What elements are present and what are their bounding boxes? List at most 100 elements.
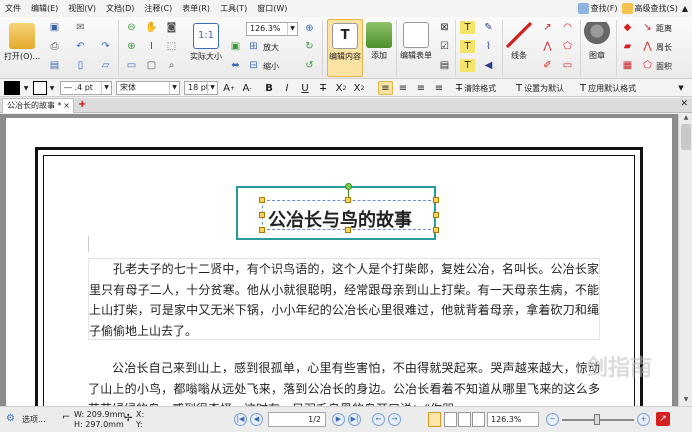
line-button[interactable]: 线条 [506, 22, 532, 61]
single-page-view-button[interactable] [428, 412, 441, 427]
align-left-icon[interactable]: ≡ [378, 81, 393, 95]
new-tab-icon[interactable]: + [78, 99, 86, 110]
attachment-icon[interactable]: ⌇ [481, 40, 496, 53]
pencil-icon[interactable]: ✐ [540, 59, 555, 72]
fit-page-icon[interactable]: ▣ [228, 40, 243, 53]
highlight-pen-icon[interactable]: ✎ [481, 21, 496, 34]
email-icon[interactable]: ✉ [73, 21, 88, 34]
page-number-input[interactable]: 1/2 [268, 412, 326, 427]
menu-file[interactable]: 文件 [0, 0, 26, 17]
forward-view-button[interactable]: → [388, 413, 401, 426]
menu-form[interactable]: 表单(R) [177, 0, 215, 17]
vertical-scrollbar[interactable]: ▲ ▼ [678, 114, 692, 406]
forward-icon[interactable]: ⊕ [124, 40, 139, 53]
new-file-icon[interactable]: ▯ [73, 59, 88, 72]
list-box-icon[interactable]: ▤ [437, 59, 452, 72]
snapshot-icon[interactable]: ◙ [164, 21, 179, 34]
edit-form-button[interactable]: 编辑表单 [400, 22, 432, 61]
scroll-thumb[interactable] [681, 124, 691, 150]
facing-view-button[interactable] [458, 412, 471, 427]
clear-format-button[interactable]: T̶ 清除格式 [456, 81, 520, 95]
resize-handle[interactable] [433, 197, 439, 203]
eraser-icon[interactable]: ◆ [620, 21, 635, 34]
font-name-select[interactable]: 宋体 ▼ [116, 81, 180, 95]
continuous-view-button[interactable] [444, 412, 457, 427]
fit-width-icon[interactable]: ⬌ [228, 59, 243, 72]
menu-document[interactable]: 文档(D) [101, 0, 139, 17]
save-icon[interactable]: ▣ [47, 21, 62, 34]
redo-icon[interactable]: ↷ [98, 40, 113, 53]
gear-icon[interactable]: ⚙ [6, 414, 15, 424]
find-button[interactable]: 查找(F) [577, 3, 618, 14]
back-view-button[interactable]: ← [372, 413, 385, 426]
subscript-icon[interactable]: X2 [352, 81, 366, 95]
arrow-icon[interactable]: ↗ [540, 21, 555, 34]
typewriter-icon[interactable]: T [460, 21, 475, 34]
resize-handle[interactable] [345, 197, 351, 203]
zoom-out-button[interactable]: − [546, 413, 559, 426]
polyline-icon[interactable]: ⋀ [540, 40, 555, 53]
hand-icon[interactable]: ✋ [144, 21, 159, 34]
sound-icon[interactable]: ◀ [481, 59, 496, 72]
advanced-find-button[interactable]: 高级查找(S) [621, 3, 678, 14]
options-label[interactable]: 选项... [22, 415, 46, 424]
font-size-select[interactable]: 18 pt ▼ [184, 81, 218, 95]
fill-color-swatch[interactable] [4, 81, 20, 95]
rectangle-icon[interactable]: ▭ [560, 59, 575, 72]
minus-icon[interactable]: ⊟ [246, 59, 261, 72]
rotation-handle[interactable] [345, 183, 352, 190]
text-field-icon[interactable]: ⊠ [437, 21, 452, 34]
last-page-button[interactable]: ▶| [348, 413, 361, 426]
stamp-button[interactable]: 图章 [584, 22, 610, 61]
plus-icon[interactable]: ⊞ [246, 40, 261, 53]
apply-default-button[interactable]: T 应用默认格式 [580, 81, 666, 95]
superscript-icon[interactable]: X2 [334, 81, 348, 95]
align-right-icon[interactable]: ≡ [414, 81, 428, 95]
line-width-select[interactable]: ― .4 pt ▼ [60, 81, 112, 95]
paragraph-2[interactable]: 公冶长自己来到山上，感到很孤单，心里有些害怕，不由得就哭起来。哭声越来越大，惊动… [88, 358, 600, 406]
resize-handle[interactable] [259, 197, 265, 203]
open-button[interactable]: 打开(O)... [4, 23, 40, 62]
print-icon[interactable]: ⎙ [47, 40, 62, 53]
polygon-icon[interactable]: ⬠ [560, 40, 575, 53]
highlighter-icon[interactable]: ▰ [620, 40, 635, 53]
perimeter-label[interactable]: 周长 [656, 42, 672, 53]
marquee-icon[interactable]: ▢ [144, 59, 159, 72]
chevron-down-icon[interactable]: ▼ [48, 81, 56, 95]
arc-icon[interactable]: ◠ [560, 21, 575, 34]
document-title[interactable]: 公冶长与鸟的故事 [268, 206, 438, 232]
chevron-down-icon[interactable]: ▼ [676, 81, 686, 95]
menu-tools[interactable]: 工具(T) [215, 0, 252, 17]
strikethrough-icon[interactable]: T [316, 81, 330, 95]
scan-icon[interactable]: ▤ [47, 59, 62, 72]
select-text-icon[interactable]: I [144, 40, 159, 53]
italic-icon[interactable]: I [280, 81, 294, 95]
back-icon[interactable]: ⊖ [124, 21, 139, 34]
callout-icon[interactable]: T [460, 59, 475, 72]
close-icon[interactable]: × [63, 99, 70, 112]
page-icon[interactable]: ▭ [124, 59, 139, 72]
select-annotation-icon[interactable]: ⬚ [164, 40, 179, 53]
distance-label[interactable]: 距离 [656, 23, 672, 34]
zoom-in-label[interactable]: 放大 [263, 42, 279, 53]
chevron-down-icon[interactable]: ▼ [22, 81, 30, 95]
menu-edit[interactable]: 编辑(E) [26, 0, 63, 17]
menu-window[interactable]: 窗口(W) [252, 0, 292, 17]
grow-font-icon[interactable]: A + [222, 81, 236, 95]
export-icon[interactable]: ▱ [98, 59, 113, 72]
ribbon-toggle-icon[interactable]: ▲ [682, 4, 688, 13]
edit-content-button[interactable]: T 编辑内容 [327, 19, 363, 77]
close-all-icon[interactable]: ✕ [680, 99, 688, 109]
rotate-left-icon[interactable]: ↺ [302, 59, 317, 72]
textbox-icon[interactable]: T [460, 40, 475, 53]
align-center-icon[interactable]: ≡ [396, 81, 410, 95]
shrink-font-icon[interactable]: A- [240, 81, 254, 95]
bold-icon[interactable]: B [262, 81, 276, 95]
checkbox-icon[interactable]: ☑ [437, 40, 452, 53]
actual-size-button[interactable]: 1:1 实际大小 [190, 23, 222, 62]
tab-document[interactable]: 公冶长的故事 * × [2, 98, 74, 113]
undo-icon[interactable]: ↶ [73, 40, 88, 53]
paragraph-1[interactable]: 孔老夫子的七十二贤中，有个识鸟语的，这个人是个打柴郎，复姓公冶，名叫长。公冶长家… [88, 258, 600, 340]
resize-handle[interactable] [259, 227, 265, 233]
loupe-icon[interactable]: ⌕ [164, 59, 179, 72]
